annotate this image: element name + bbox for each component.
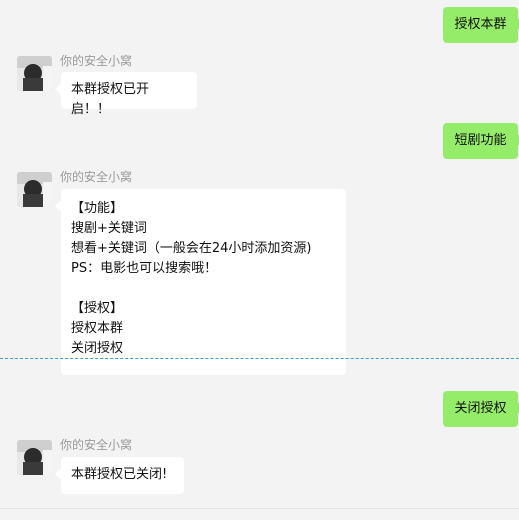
avatar[interactable] — [17, 172, 52, 207]
other-message-bubble[interactable]: 【功能】 搜剧+关键词 想看+关键词（一般会在24小时添加资源) PS：电影也可… — [55, 189, 346, 375]
message-line: 想看+关键词（一般会在24小时添加资源) — [71, 241, 312, 256]
sender-name: 你的安全小窝 — [60, 54, 133, 68]
divider-line — [0, 358, 519, 359]
message-line: 关闭授权 — [71, 341, 124, 356]
message-text: 关闭授权 — [454, 401, 507, 416]
message-line: 搜剧+关键词 — [71, 221, 147, 236]
avatar[interactable] — [17, 440, 52, 475]
message-text: 短剧功能 — [454, 133, 507, 148]
other-message-bubble[interactable]: 本群授权已开启！！ — [55, 72, 197, 117]
message-text: 本群授权已关闭! — [71, 467, 168, 482]
input-toolbar-edge — [0, 508, 519, 520]
message-text: 授权本群 — [454, 17, 507, 32]
message-line: 【功能】 — [71, 201, 124, 216]
sender-name: 你的安全小窝 — [60, 170, 133, 184]
my-message-bubble[interactable]: 关闭授权 — [443, 391, 519, 427]
message-line: PS：电影也可以搜索哦！ — [71, 261, 218, 276]
my-message-bubble[interactable]: 授权本群 — [443, 7, 519, 43]
message-line — [71, 279, 336, 299]
avatar-icon — [17, 172, 52, 207]
other-message-bubble[interactable]: 本群授权已关闭! — [55, 457, 184, 494]
sender-name: 你的安全小窝 — [60, 438, 133, 452]
avatar[interactable] — [17, 56, 52, 91]
message-text: 本群授权已开启！！ — [71, 82, 150, 117]
avatar-icon — [17, 56, 52, 91]
avatar-icon — [17, 440, 52, 475]
message-line: 授权本群 — [71, 321, 124, 336]
my-message-bubble[interactable]: 短剧功能 — [443, 123, 519, 159]
message-line: 【授权】 — [71, 301, 124, 316]
